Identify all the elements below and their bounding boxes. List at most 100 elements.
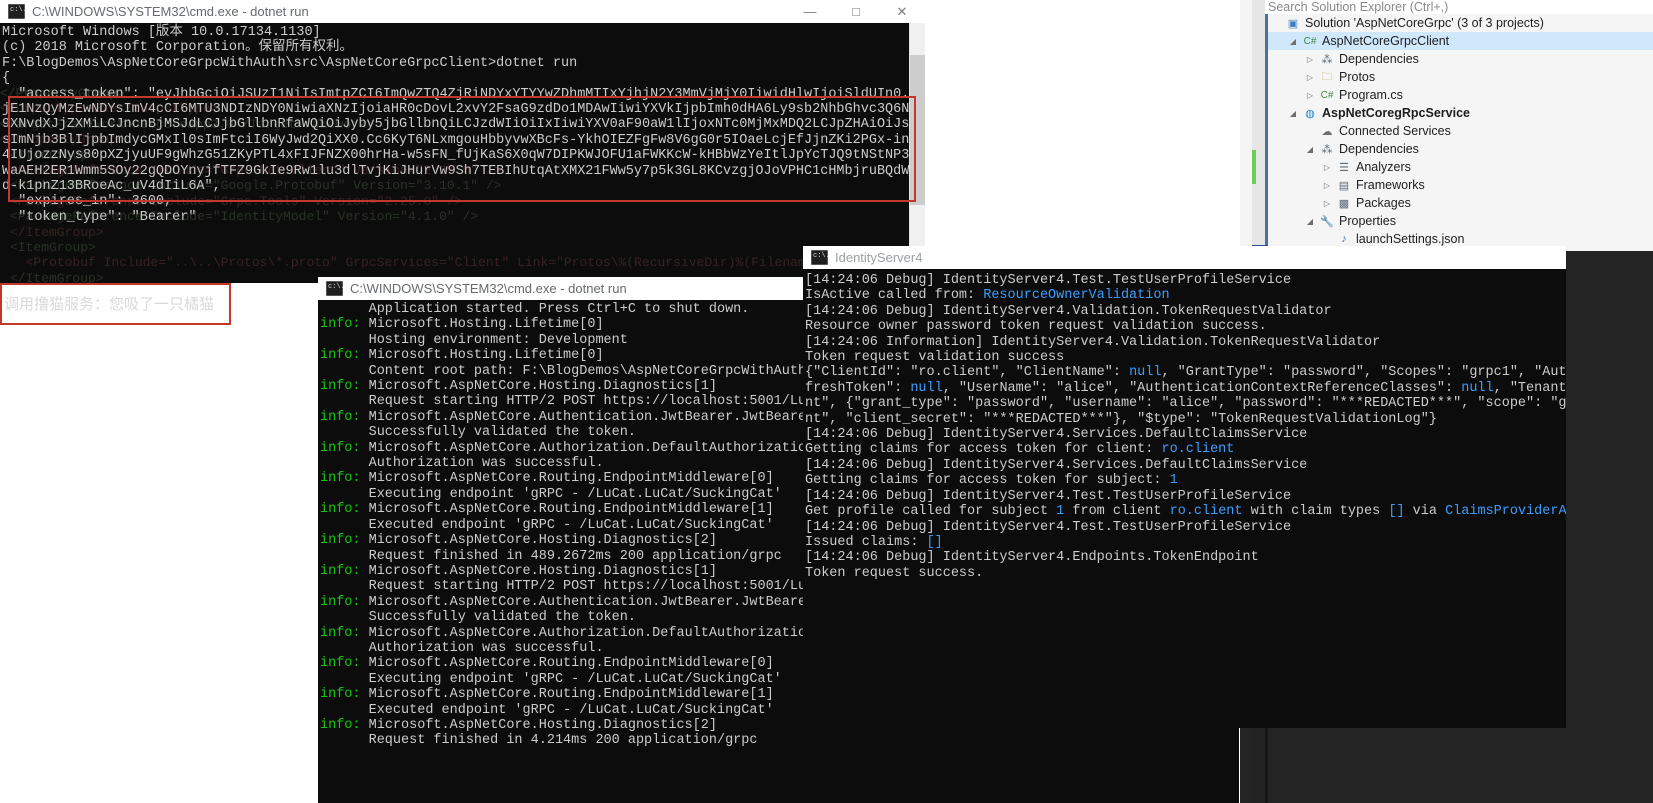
- console-line: [14:24:06 Information] IdentityServer4.V…: [805, 334, 1381, 350]
- client-console-title-text: C:\WINDOWS\SYSTEM32\cmd.exe - dotnet run: [32, 4, 309, 19]
- tree-item[interactable]: ▷ ☰ Analyzers: [1268, 158, 1653, 176]
- wrench-icon: 🔧: [1320, 215, 1334, 228]
- tree-item-label: launchSettings.json: [1356, 232, 1465, 246]
- tree-item[interactable]: ▷C# Program.cs: [1268, 86, 1653, 104]
- identityserver-titlebar[interactable]: IdentityServer4: [803, 246, 1566, 269]
- client-console-output: Microsoft Windows [版本 10.0.17134.1130] (c…: [0, 23, 925, 283]
- console-line: [14:24:06 Debug] IdentityServer4.Service…: [805, 427, 1308, 443]
- console-line: 4IUjozzNys80pXZjyuUF9gWhzG51ZKyPTL4xFIJF…: [2, 148, 925, 164]
- console-line: [14:24:06 Debug] IdentityServer4.Service…: [805, 457, 1308, 473]
- tree-item-label: Dependencies: [1339, 142, 1419, 156]
- console-line: sImNjb3BlIjpbImdycGMxIl0sImFtciI6WyJwd2Q…: [2, 132, 925, 148]
- csharp-project-icon: C#: [1303, 35, 1317, 47]
- console-line: Resource owner password token request va…: [805, 319, 1267, 335]
- dependencies-icon: ⁂: [1321, 143, 1333, 156]
- tree-item-label: AspNetCoregRpcService: [1322, 106, 1470, 120]
- console-line: Token request validation success: [805, 350, 1065, 366]
- console-line: Issued claims: []: [805, 534, 943, 550]
- frameworks-icon: ▤: [1338, 179, 1350, 192]
- tree-item[interactable]: ◢ C# AspNetCoreGrpcClient: [1268, 32, 1653, 50]
- tree-item[interactable]: ▷ ▩ Packages: [1268, 194, 1653, 212]
- tree-item[interactable]: ▷⁂ Dependencies: [1268, 50, 1653, 68]
- console-line: [14:24:06 Debug] IdentityServer4.Validat…: [805, 303, 1332, 319]
- analyzers-icon: ☰: [1339, 161, 1349, 174]
- service-console-title-text: C:\WINDOWS\SYSTEM32\cmd.exe - dotnet run: [350, 281, 627, 296]
- console-line: freshToken": null, "UserName": "alice", …: [805, 380, 1566, 396]
- close-button[interactable]: ✕: [879, 0, 925, 23]
- tree-item-label: Frameworks: [1356, 178, 1425, 192]
- chevron-right-icon[interactable]: ▷: [1319, 199, 1335, 208]
- console-line: {"ClientId": "ro.client", "ClientName": …: [805, 365, 1566, 381]
- console-line: [14:24:06 Debug] IdentityServer4.Test.Te…: [805, 488, 1292, 504]
- console-line: 9XNvdXJjZXMiLCJncnBjMSJdLCJjbGllbnRfaWQi…: [2, 117, 925, 133]
- web-project-icon: ◍: [1305, 107, 1315, 120]
- console-line: WaAEH2ER1Wmm5SOy22gQDOYnyjfTFZ9GkIe9Rw1l…: [2, 163, 925, 179]
- maximize-button[interactable]: □: [833, 0, 879, 23]
- change-marker-green: [1252, 150, 1256, 184]
- tree-item-label: Connected Services: [1339, 124, 1451, 138]
- csharp-file-icon: C#: [1320, 89, 1334, 101]
- tree-item-label: Packages: [1356, 196, 1411, 210]
- tree-item[interactable]: ◢ ⁂ Dependencies: [1268, 140, 1653, 158]
- tree-item-label: Dependencies: [1339, 52, 1419, 66]
- window-controls[interactable]: — □ ✕: [787, 0, 925, 23]
- client-console-window[interactable]: C:\WINDOWS\SYSTEM32\cmd.exe - dotnet run…: [0, 0, 925, 283]
- cmd-icon: [326, 281, 345, 296]
- tree-item-label: AspNetCoreGrpcClient: [1322, 34, 1450, 48]
- tree-item[interactable]: ◢ ◍ AspNetCoregRpcService: [1268, 104, 1653, 122]
- console-line: "access_token": "eyJhbGciOiJSUzI1NiIsImt…: [2, 86, 925, 102]
- console-line: Get profile called for subject 1 from cl…: [805, 504, 1566, 520]
- console-line: F:\BlogDemos\AspNetCoreGrpcWithAuth\src\…: [2, 55, 578, 71]
- console-line: jE1NzQyMzEwNDYsImV4cCI6MTU3NDIzNDY0Niwia…: [2, 102, 925, 118]
- tree-item[interactable]: ◢ 🔧 Properties: [1268, 212, 1653, 230]
- console-line: (c) 2018 Microsoft Corporation。保留所有权利。: [2, 40, 354, 56]
- console-line: Getting claims for access token for subj…: [805, 473, 1178, 489]
- console-line: nt", {"grant_type": "password", "usernam…: [805, 396, 1566, 412]
- console-line: Request finished in 4.214ms 200 applicat…: [320, 733, 758, 749]
- dependencies-icon: ⁂: [1321, 53, 1333, 66]
- tree-item[interactable]: ▷🗀 Protos: [1268, 68, 1653, 86]
- scrollbar-thumb[interactable]: [910, 55, 925, 205]
- identityserver-console-window[interactable]: IdentityServer4 [14:24:06 Debug] Identit…: [803, 246, 1566, 728]
- console-line: [14:24:06 Debug] IdentityServer4.Endpoin…: [805, 550, 1259, 566]
- console-line: d-k1pnZ13BRoeAc_uV4dIiL6A",: [2, 179, 221, 195]
- tree-item[interactable]: ☁ Connected Services: [1268, 122, 1653, 140]
- folder-locked-icon: 🗀: [1321, 70, 1333, 83]
- search-solution-explorer-input[interactable]: Search Solution Explorer (Ctrl+,): [1265, 0, 1653, 14]
- identityserver-console-output: [14:24:06 Debug] IdentityServer4.Test.Te…: [803, 269, 1566, 728]
- json-file-icon: ♪: [1341, 233, 1347, 245]
- tree-item[interactable]: ▣ Solution 'AspNetCoreGrpc' (3 of 3 proje…: [1268, 14, 1653, 32]
- cmd-icon: [8, 4, 27, 19]
- chevron-down-icon[interactable]: ◢: [1302, 217, 1318, 226]
- solution-icon: ▣: [1287, 17, 1299, 30]
- chevron-right-icon[interactable]: ▷: [1302, 91, 1318, 100]
- tree-item-label: Analyzers: [1356, 160, 1411, 174]
- chevron-down-icon[interactable]: ◢: [1285, 109, 1301, 118]
- cmd-icon: [811, 250, 830, 265]
- tree-item[interactable]: ▷ ▤ Frameworks: [1268, 176, 1653, 194]
- chevron-down-icon[interactable]: ◢: [1302, 145, 1318, 154]
- minimize-button[interactable]: —: [787, 0, 833, 23]
- console-line: "expires_in": 3600,: [2, 194, 173, 210]
- client-console-scrollbar[interactable]: ▲ ▼: [909, 23, 925, 283]
- console-line: nt", "client_secret": "***REDACTED***"},…: [805, 411, 1437, 427]
- client-console-titlebar[interactable]: C:\WINDOWS\SYSTEM32\cmd.exe - dotnet run…: [0, 0, 925, 23]
- chevron-right-icon[interactable]: ▷: [1302, 55, 1318, 64]
- tree-item-label: Program.cs: [1339, 88, 1403, 102]
- tree-item-label: Protos: [1339, 70, 1376, 84]
- console-line: Token request success.: [805, 565, 984, 581]
- tree-item-label: Properties: [1339, 214, 1396, 228]
- console-line: IsActive called from: ResourceOwnerValid…: [805, 288, 1170, 304]
- chevron-down-icon[interactable]: ◢: [1285, 37, 1301, 46]
- chevron-right-icon[interactable]: ▷: [1319, 181, 1335, 190]
- chevron-right-icon[interactable]: ▷: [1302, 73, 1318, 82]
- console-line: {: [2, 71, 11, 87]
- packages-icon: ▩: [1338, 197, 1350, 210]
- console-line: Getting claims for access token for clie…: [805, 442, 1235, 458]
- chevron-right-icon[interactable]: ▷: [1319, 163, 1335, 172]
- connected-services-icon: ☁: [1321, 125, 1333, 138]
- tree-item-label: Solution 'AspNetCoreGrpc' (3 of 3 projec…: [1305, 16, 1544, 30]
- console-line: [14:24:06 Debug] IdentityServer4.Test.Te…: [805, 273, 1292, 288]
- console-line: Microsoft Windows [版本 10.0.17134.1130]: [2, 25, 321, 40]
- console-line: "token_type": "Bearer": [2, 209, 197, 225]
